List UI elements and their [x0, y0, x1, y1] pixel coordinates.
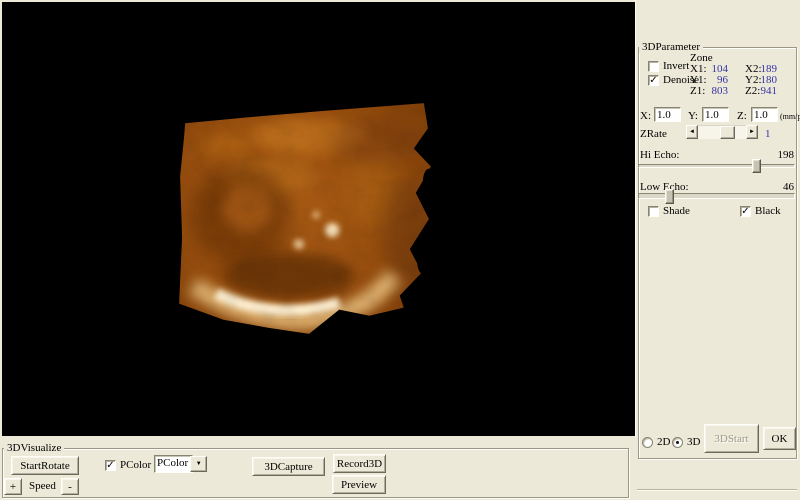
mode-3d-radio-label: 3D: [687, 436, 700, 448]
mode-3d-radio-circle[interactable]: [672, 437, 683, 448]
pcolor-checkbox-label: PColor: [120, 459, 151, 471]
zone-z2-label: Z2:: [745, 85, 760, 97]
low-echo-slider[interactable]: [638, 193, 795, 199]
pcolor-checkbox-box[interactable]: ✓: [105, 460, 116, 471]
denoise-checkbox-box[interactable]: ✓: [648, 75, 659, 86]
invert-checkbox[interactable]: Invert: [648, 60, 689, 72]
black-checkbox-label: Black: [755, 205, 781, 217]
low-echo-thumb[interactable]: [665, 189, 674, 204]
right-panel-bottom-divider: [637, 489, 797, 490]
low-echo-value: 46: [760, 181, 794, 193]
shade-checkbox-box[interactable]: [648, 206, 659, 217]
start-rotate-button[interactable]: StartRotate: [11, 456, 79, 475]
shade-checkbox[interactable]: Shade: [648, 205, 690, 217]
zrate-scrollbar[interactable]: ◄ ►: [686, 125, 758, 139]
record3d-button[interactable]: Record3D: [333, 454, 386, 473]
zrate-label: ZRate: [640, 128, 667, 140]
hi-echo-label: Hi Echo:: [640, 149, 679, 161]
black-checkbox-box[interactable]: ✓: [740, 206, 751, 217]
zone-z1-value: 803: [708, 85, 728, 97]
panel-separator: [635, 0, 636, 437]
scale-unit-label: (mm/p): [780, 111, 800, 123]
scale-y-label: Y:: [688, 110, 698, 122]
zrate-thumb[interactable]: [720, 126, 735, 139]
invert-checkbox-label: Invert: [663, 60, 689, 72]
application-window: 3DParameter Invert ✓ Denoise Zone X1: 10…: [0, 0, 800, 500]
speed-label: Speed: [29, 480, 56, 492]
hi-echo-slider[interactable]: [638, 164, 795, 168]
zone-row-z: Z1: 803 Z2: 941: [690, 85, 790, 97]
zrate-track[interactable]: [698, 125, 746, 139]
zone-z2-value: 941: [760, 85, 777, 97]
speed-minus-button[interactable]: -: [61, 478, 79, 495]
pcolor-dropdown[interactable]: PColor ▼: [154, 455, 193, 473]
pcolor-checkbox[interactable]: ✓ PColor: [105, 459, 151, 471]
preview-button[interactable]: Preview: [332, 475, 386, 494]
scale-x-label: X:: [640, 110, 651, 122]
dropdown-arrow-icon[interactable]: ▼: [190, 456, 207, 472]
speed-plus-button[interactable]: +: [4, 478, 22, 495]
zrate-value: 1: [765, 128, 771, 140]
scale-y-input[interactable]: [702, 107, 729, 122]
mode-2d-radio[interactable]: 2D: [642, 436, 670, 448]
ultrasound-3d-render[interactable]: [168, 86, 440, 348]
scale-x-input[interactable]: [654, 107, 681, 122]
3dcapture-button[interactable]: 3DCapture: [252, 457, 325, 476]
shade-checkbox-label: Shade: [663, 205, 690, 217]
black-checkbox[interactable]: ✓ Black: [740, 205, 781, 217]
hi-echo-thumb[interactable]: [752, 159, 761, 173]
invert-checkbox-box[interactable]: [648, 61, 659, 72]
3dstart-button[interactable]: 3DStart: [704, 424, 759, 453]
scroll-left-icon[interactable]: ◄: [686, 125, 698, 139]
scroll-right-icon[interactable]: ►: [746, 125, 758, 139]
scale-z-label: Z:: [737, 110, 747, 122]
mode-3d-radio[interactable]: 3D: [672, 436, 700, 448]
visualize-group-title: 3DVisualize: [4, 442, 64, 454]
pcolor-dropdown-value: PColor: [155, 456, 190, 472]
mode-2d-radio-label: 2D: [657, 436, 670, 448]
mode-2d-radio-circle[interactable]: [642, 437, 653, 448]
zone-z1-label: Z1:: [690, 85, 705, 97]
scale-z-input[interactable]: [751, 107, 778, 122]
hi-echo-value: 198: [760, 149, 794, 161]
ok-button[interactable]: OK: [763, 427, 796, 450]
